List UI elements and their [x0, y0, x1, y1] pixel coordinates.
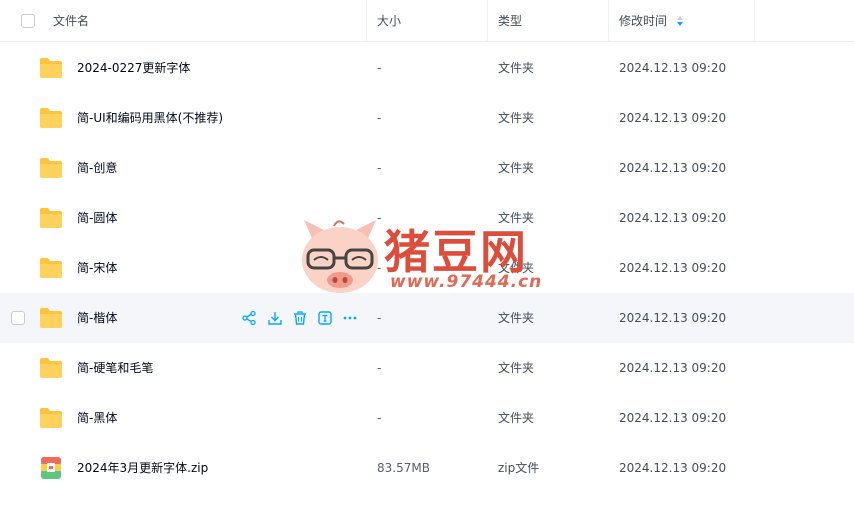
file-modified-time: 2024.12.13 09:20 — [619, 311, 727, 325]
folder-icon — [39, 257, 63, 279]
file-modified-time: 2024.12.13 09:20 — [619, 161, 727, 175]
file-row[interactable]: 简-黑体 - 文件夹 2024.12.13 09:20 — [0, 393, 854, 443]
column-header-size[interactable]: 大小 — [377, 0, 401, 42]
file-row[interactable]: 简-创意 - 文件夹 2024.12.13 09:20 — [0, 143, 854, 193]
folder-icon — [39, 307, 63, 329]
folder-icon — [39, 157, 63, 179]
file-modified-time: 2024.12.13 09:20 — [619, 361, 727, 375]
file-type: 文件夹 — [498, 411, 535, 425]
column-divider — [608, 0, 609, 42]
file-row[interactable]: 2024-0227更新字体 - 文件夹 2024.12.13 09:20 — [0, 43, 854, 93]
folder-icon — [39, 357, 63, 379]
file-row[interactable]: 简-硬笔和毛笔 - 文件夹 2024.12.13 09:20 — [0, 343, 854, 393]
file-name[interactable]: 简-宋体 — [77, 243, 117, 293]
file-modified-time: 2024.12.13 09:20 — [619, 61, 727, 75]
folder-icon — [39, 207, 63, 229]
file-modified-time: 2024.12.13 09:20 — [619, 211, 727, 225]
file-size: - — [377, 261, 382, 275]
file-type: zip文件 — [498, 461, 540, 475]
file-type: 文件夹 — [498, 261, 535, 275]
sort-icon[interactable] — [676, 15, 684, 27]
folder-icon — [39, 57, 63, 79]
file-type: 文件夹 — [498, 61, 535, 75]
file-type: 文件夹 — [498, 361, 535, 375]
file-name[interactable]: 简-硬笔和毛笔 — [77, 343, 153, 393]
download-icon[interactable] — [267, 310, 283, 326]
file-size: - — [377, 361, 382, 375]
column-header-time[interactable]: 修改时间 — [619, 0, 667, 42]
column-header-type[interactable]: 类型 — [498, 0, 522, 42]
folder-icon — [39, 107, 63, 129]
column-header-name[interactable]: 文件名 — [53, 0, 89, 42]
file-modified-time: 2024.12.13 09:20 — [619, 111, 727, 125]
file-size: - — [377, 111, 382, 125]
file-name[interactable]: 简-UI和编码用黑体(不推荐) — [77, 93, 223, 143]
file-name[interactable]: 简-创意 — [77, 143, 117, 193]
column-divider — [754, 0, 755, 42]
file-size: - — [377, 211, 382, 225]
delete-icon[interactable] — [292, 310, 308, 326]
column-divider — [487, 0, 488, 42]
rename-icon[interactable] — [317, 310, 333, 326]
file-modified-time: 2024.12.13 09:20 — [619, 411, 727, 425]
column-divider — [366, 0, 367, 42]
file-row[interactable]: 2024年3月更新字体.zip 83.57MB zip文件 2024.12.13 09… — [0, 443, 854, 493]
file-type: 文件夹 — [498, 161, 535, 175]
more-icon[interactable] — [342, 310, 358, 326]
file-type: 文件夹 — [498, 311, 535, 325]
zip-file-icon — [39, 457, 63, 479]
file-size: - — [377, 61, 382, 75]
file-size: - — [377, 411, 382, 425]
share-icon[interactable] — [241, 310, 257, 326]
file-row[interactable]: 简-UI和编码用黑体(不推荐) - 文件夹 2024.12.13 09:20 — [0, 93, 854, 143]
file-name[interactable]: 简-黑体 — [77, 393, 117, 443]
file-type: 文件夹 — [498, 111, 535, 125]
file-type: 文件夹 — [498, 211, 535, 225]
file-name[interactable]: 2024年3月更新字体.zip — [77, 443, 208, 493]
file-name[interactable]: 2024-0227更新字体 — [77, 43, 190, 93]
file-name[interactable]: 简-楷体 — [77, 293, 117, 343]
file-row[interactable]: 简-圆体 - 文件夹 2024.12.13 09:20 — [0, 193, 854, 243]
row-checkbox[interactable] — [11, 311, 25, 325]
select-all-checkbox[interactable] — [21, 14, 35, 28]
file-modified-time: 2024.12.13 09:20 — [619, 461, 727, 475]
file-row-hovered[interactable]: 简-楷体 - 文件夹 2024.12.13 09:20 — [0, 293, 854, 343]
file-size: - — [377, 161, 382, 175]
file-size: 83.57MB — [377, 461, 430, 475]
folder-icon — [39, 407, 63, 429]
file-row[interactable]: 简-宋体 - 文件夹 2024.12.13 09:20 — [0, 243, 854, 293]
file-size: - — [377, 311, 382, 325]
file-name[interactable]: 简-圆体 — [77, 193, 117, 243]
file-modified-time: 2024.12.13 09:20 — [619, 261, 727, 275]
file-list-header: 文件名 大小 类型 修改时间 — [0, 0, 854, 42]
